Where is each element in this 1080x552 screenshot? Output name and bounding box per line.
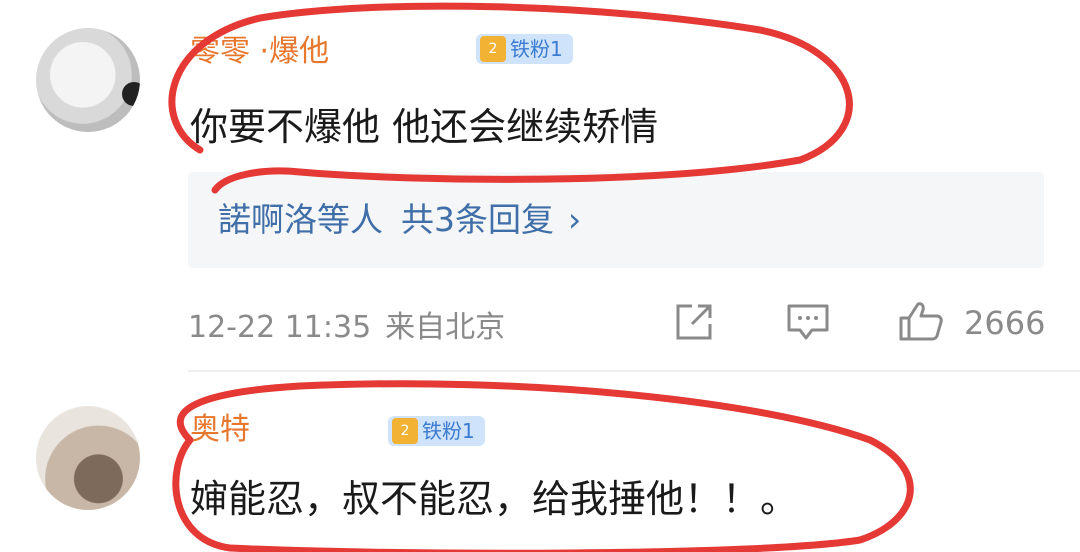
- crown-icon: 2: [480, 36, 506, 62]
- divider: [188, 370, 1080, 372]
- comment-item: 零零 ·爆他 2 铁粉1 你要不爆他 他还会继续矫情 諾啊洛等人 共3条回复 › 1…: [0, 0, 1080, 372]
- comment-meta: 12-22 11:35 来自北京: [188, 302, 505, 346]
- like-count: 2666: [964, 304, 1046, 342]
- username[interactable]: 零零 ·爆他: [190, 26, 329, 70]
- replies-preview[interactable]: 諾啊洛等人 共3条回复 ›: [188, 172, 1044, 268]
- chevron-right-icon: ›: [568, 200, 582, 239]
- fan-badge-label: 铁粉1: [510, 37, 563, 61]
- share-icon: [676, 304, 712, 340]
- reply-count: 共3条回复: [401, 200, 554, 239]
- comment-icon: [787, 304, 829, 340]
- fan-badge[interactable]: 2 铁粉1: [476, 34, 573, 64]
- like-button[interactable]: 2666: [898, 302, 1046, 342]
- reply-names: 諾啊洛等人: [218, 200, 383, 239]
- thumbs-up-icon: [899, 302, 943, 341]
- crown-icon: 2: [392, 418, 418, 444]
- reply-button[interactable]: [786, 302, 830, 342]
- fan-badge[interactable]: 2 铁粉1: [388, 416, 485, 446]
- avatar[interactable]: [36, 406, 140, 510]
- comment-text: 婶能忍，叔不能忍，给我捶他！！。: [190, 477, 799, 521]
- share-button[interactable]: [674, 302, 714, 342]
- timestamp: 12-22 11:35: [188, 310, 372, 345]
- avatar[interactable]: [36, 28, 140, 132]
- username[interactable]: 奥特: [190, 404, 250, 448]
- fan-badge-label: 铁粉1: [422, 419, 475, 443]
- location: 来自北京: [385, 310, 506, 345]
- comment-text: 你要不爆他 他还会继续矫情: [190, 105, 659, 149]
- comment-item: 奥特 2 铁粉1 婶能忍，叔不能忍，给我捶他！！。: [0, 376, 1080, 552]
